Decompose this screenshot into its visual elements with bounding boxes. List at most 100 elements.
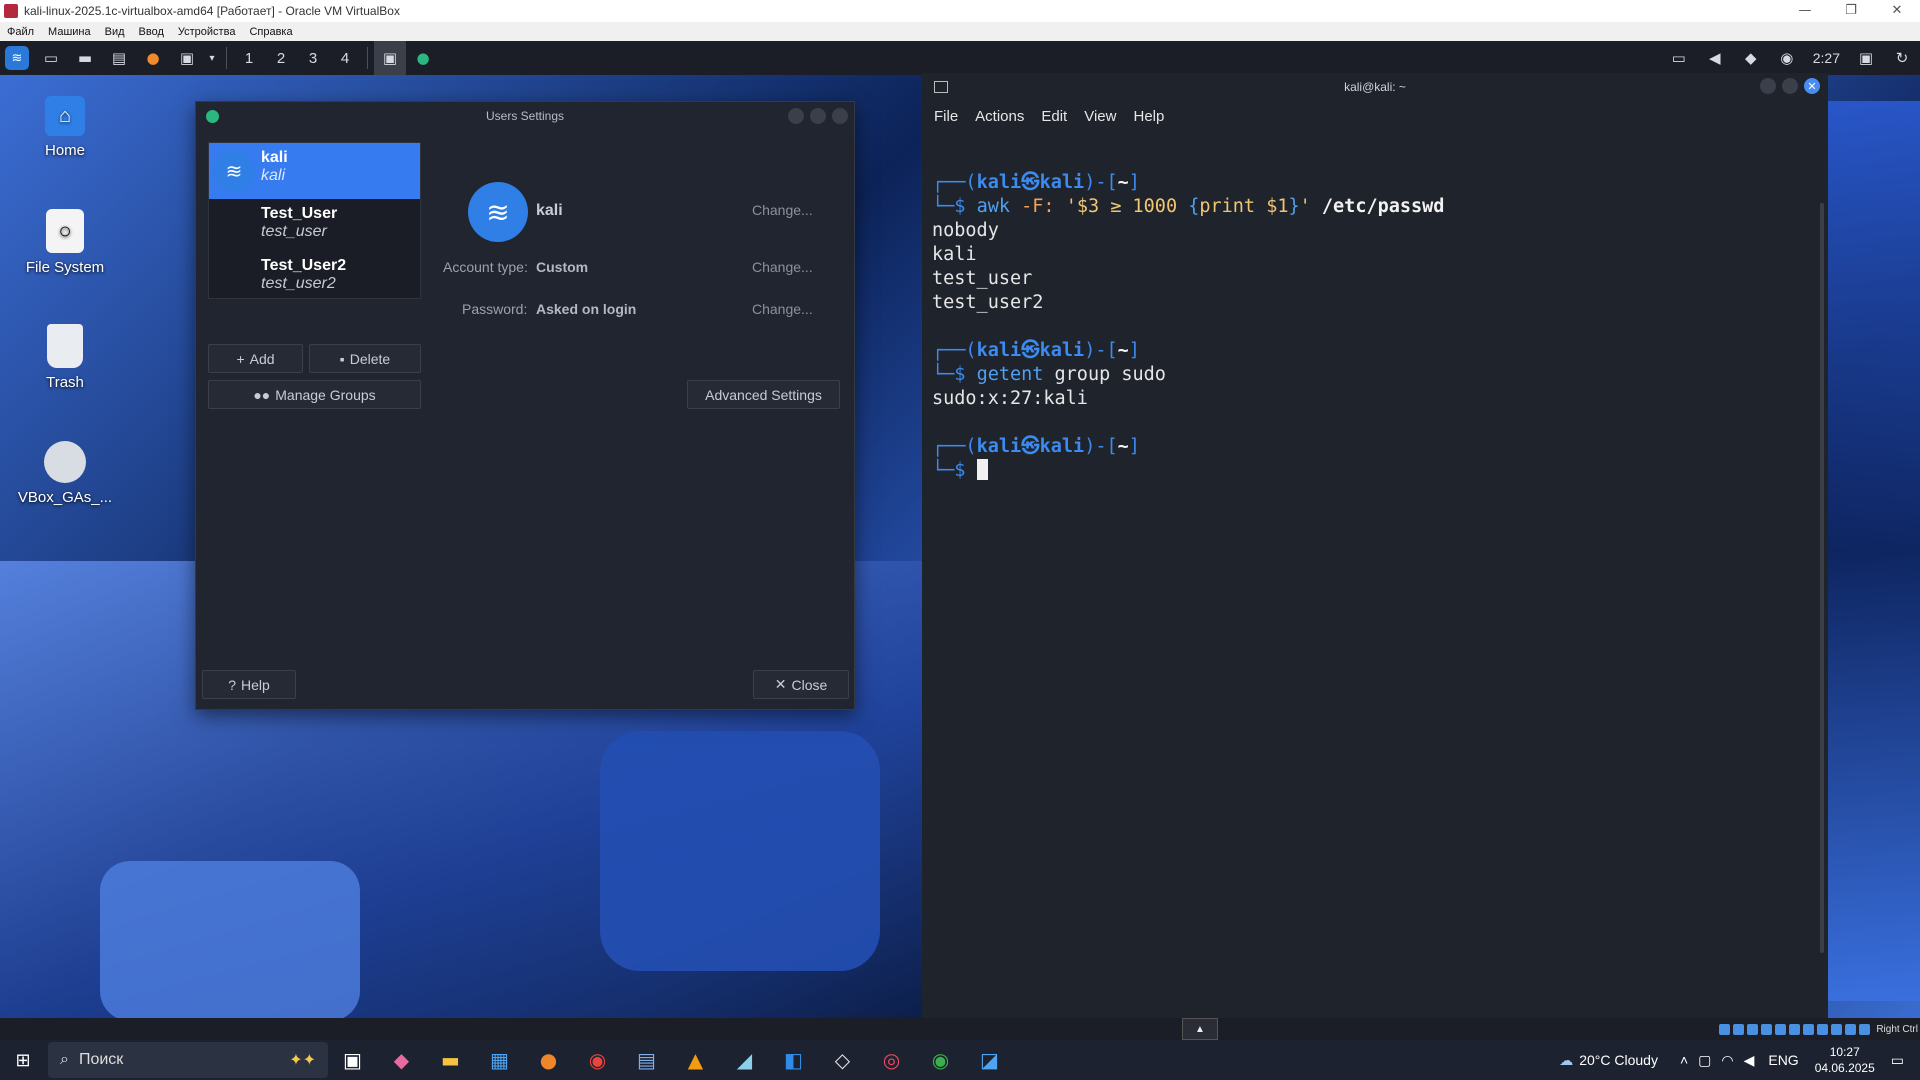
desktop-icon-trash[interactable]: Trash	[10, 324, 120, 391]
menu-input[interactable]: Ввод	[132, 26, 171, 38]
notifications-icon[interactable]: ◆	[1733, 41, 1769, 75]
wifi-icon[interactable]: ◠	[1721, 1052, 1733, 1069]
workspace-4[interactable]: 4	[329, 41, 361, 75]
minimize-button[interactable]	[1760, 78, 1776, 94]
terminal-output[interactable]: ┌──(kali㉿kali)-[~] └─$ awk -F: '$3 ≥ 1000…	[932, 171, 1444, 483]
change-password-button[interactable]: Change...	[752, 301, 813, 317]
desktop-icon-filesystem[interactable]: ○ File System	[10, 209, 120, 276]
workspace-3[interactable]: 3	[297, 41, 329, 75]
image-viewer-icon[interactable]: ▤	[622, 1040, 671, 1080]
chrome-profile-icon[interactable]: ◉	[916, 1040, 965, 1080]
network-icon[interactable]	[1761, 1023, 1773, 1035]
media-app-icon[interactable]: ◎	[867, 1040, 916, 1080]
close-button[interactable]: ✕	[1804, 78, 1820, 94]
logout-icon[interactable]: ↻	[1884, 41, 1920, 75]
menu-machine[interactable]: Машина	[41, 26, 98, 38]
usb-icon[interactable]	[1775, 1023, 1787, 1035]
delete-user-button[interactable]: ▪ Delete	[309, 344, 421, 373]
help-button[interactable]: ? Help	[202, 670, 296, 699]
terminal-menu-file[interactable]: File	[934, 108, 958, 125]
display-icon[interactable]	[1803, 1023, 1815, 1035]
vscode-icon[interactable]: ◧	[769, 1040, 818, 1080]
workspace-2[interactable]: 2	[265, 41, 297, 75]
recording-icon[interactable]	[1817, 1023, 1829, 1035]
notes-icon[interactable]: ◢	[720, 1040, 769, 1080]
user-list-item-test-user[interactable]: Test_User test_user	[209, 199, 420, 251]
keyboard-icon[interactable]	[1859, 1023, 1871, 1035]
terminal-menu-view[interactable]: View	[1084, 108, 1116, 125]
dialog-titlebar[interactable]: Users Settings	[196, 102, 854, 130]
shared-folders-icon[interactable]	[1789, 1023, 1801, 1035]
user-list-item-kali[interactable]: ≋ kali kali	[209, 143, 420, 199]
power-icon[interactable]: ◉	[1769, 41, 1805, 75]
onedrive-icon[interactable]: ▢	[1698, 1052, 1711, 1069]
terminal-scrollbar[interactable]	[1820, 203, 1824, 953]
change-name-button[interactable]: Change...	[752, 202, 813, 218]
kali-menu-button[interactable]: ≋	[0, 41, 34, 75]
terminal-titlebar[interactable]: kali@kali: ~ ✕	[922, 73, 1828, 101]
panel-clock[interactable]: 2:27	[1805, 41, 1848, 75]
chrome-icon[interactable]: ◉	[573, 1040, 622, 1080]
terminal-menu-help[interactable]: Help	[1133, 108, 1164, 125]
firefox-icon[interactable]: ●	[136, 41, 170, 75]
maximize-button[interactable]	[810, 108, 826, 124]
display-icon[interactable]: ▭	[1661, 41, 1697, 75]
firefox-icon[interactable]: ●	[524, 1040, 573, 1080]
taskbar-users-icon[interactable]: ●	[406, 41, 440, 75]
vm-display[interactable]: ≋ ▭ ▬ ▤ ● ▣ ▾ 1 2 3 4 ▣ ● ▭ ◀ ◆ ◉ 2:27 ▣…	[0, 41, 1920, 1018]
user-list-item-test-user2[interactable]: Test_User2 test_user2	[209, 251, 420, 303]
minimize-button[interactable]: —	[1782, 0, 1828, 22]
harddisk-icon[interactable]	[1719, 1023, 1731, 1035]
selected-user-avatar[interactable]: ≋	[468, 182, 528, 242]
audio-icon[interactable]	[1747, 1023, 1759, 1035]
lock-icon[interactable]: ▣	[1848, 41, 1884, 75]
maximize-button[interactable]	[1782, 78, 1798, 94]
task-view-icon[interactable]: ▣	[328, 1040, 377, 1080]
optical-drive-icon[interactable]	[1733, 1023, 1745, 1035]
system-clock[interactable]: 10:27 04.06.2025	[1815, 1044, 1875, 1076]
advanced-settings-button[interactable]: Advanced Settings	[687, 380, 840, 409]
3d-box-icon[interactable]: ◇	[818, 1040, 867, 1080]
start-button[interactable]: ⊞	[0, 1040, 46, 1080]
text-editor-icon[interactable]: ▤	[102, 41, 136, 75]
close-dialog-button[interactable]: ✕ Close	[753, 670, 849, 699]
terminal-window[interactable]: kali@kali: ~ ✕ File Actions Edit View He…	[922, 73, 1828, 1018]
chevron-down-icon[interactable]: ▾	[204, 41, 220, 75]
restore-button[interactable]: ❐	[1828, 0, 1874, 22]
menu-help[interactable]: Справка	[242, 26, 299, 38]
show-desktop-icon[interactable]: ▭	[34, 41, 68, 75]
chevron-up-icon[interactable]: ˄	[1680, 1052, 1688, 1068]
copilot-icon[interactable]: ◆	[377, 1040, 426, 1080]
language-indicator[interactable]: ENG	[1768, 1052, 1798, 1068]
terminal-menu-actions[interactable]: Actions	[975, 108, 1024, 125]
mouse-integration-icon[interactable]	[1845, 1023, 1857, 1035]
change-account-type-button[interactable]: Change...	[752, 259, 813, 275]
workspace-1[interactable]: 1	[233, 41, 265, 75]
notification-icon[interactable]: ▭	[1891, 1052, 1904, 1069]
terminal-menu-edit[interactable]: Edit	[1041, 108, 1067, 125]
desktop-icon-vbox-gas[interactable]: VBox_GAs_...	[10, 441, 120, 506]
close-button[interactable]: ✕	[1874, 0, 1920, 22]
minimize-button[interactable]	[788, 108, 804, 124]
chevron-up-icon[interactable]: ▲	[1182, 1018, 1218, 1040]
menu-devices[interactable]: Устройства	[171, 26, 243, 38]
menu-file[interactable]: Файл	[0, 26, 41, 38]
speaker-icon[interactable]: ◀	[1744, 1052, 1755, 1069]
weather-label[interactable]: 20°C Cloudy	[1579, 1052, 1658, 1068]
desktop-icon-home[interactable]: ⌂ Home	[10, 96, 120, 159]
volume-icon[interactable]: ◀	[1697, 41, 1733, 75]
file-manager-icon[interactable]: ▬	[68, 41, 102, 75]
close-button[interactable]	[832, 108, 848, 124]
taskbar-terminal-icon[interactable]: ▣	[374, 41, 406, 75]
terminal-icon[interactable]: ▣	[170, 41, 204, 75]
file-explorer-icon[interactable]: ▬	[426, 1040, 475, 1080]
cpu-icon[interactable]	[1831, 1023, 1843, 1035]
password-label: Password:	[462, 301, 528, 317]
menu-view[interactable]: Вид	[98, 26, 132, 38]
microsoft-store-icon[interactable]: ▦	[475, 1040, 524, 1080]
search-box[interactable]: ⌕ Поиск ✦✦	[48, 1042, 328, 1078]
virtualbox-icon[interactable]: ◪	[965, 1040, 1014, 1080]
manage-groups-button[interactable]: ●● Manage Groups	[208, 380, 421, 409]
add-user-button[interactable]: + Add	[208, 344, 303, 373]
vlc-icon[interactable]: ▲	[671, 1040, 720, 1080]
